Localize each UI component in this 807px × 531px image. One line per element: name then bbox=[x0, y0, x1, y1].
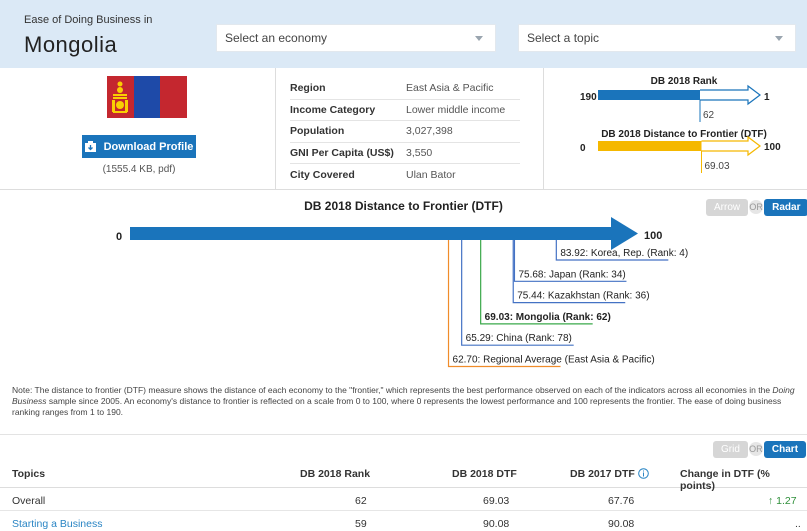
info-key: Population bbox=[290, 125, 345, 138]
dtf-min-label: 0 bbox=[116, 231, 122, 243]
mini-indicators: DB 2018 Rank 190 1 62 DB 2018 Distance t… bbox=[580, 76, 781, 173]
info-row-population: Population 3,027,398 bbox=[290, 121, 520, 143]
dtf-bar-fill bbox=[598, 141, 702, 151]
info-value: Lower middle income bbox=[406, 103, 506, 116]
dtf2017-value: 90.08 bbox=[608, 518, 635, 530]
info-value: Ulan Bator bbox=[406, 168, 456, 181]
economy-info-table: Region East Asia & Pacific Income Catego… bbox=[290, 78, 520, 186]
dtf-value: 69.03 bbox=[705, 161, 730, 172]
info-value: 3,027,398 bbox=[406, 125, 453, 138]
dtf-max-label: 100 bbox=[644, 230, 662, 242]
info-icon[interactable] bbox=[637, 468, 649, 479]
dtf-marker-label: 75.44: Kazakhstan (Rank: 36) bbox=[517, 291, 649, 302]
download-profile-label: Download Profile bbox=[103, 140, 194, 153]
topic-select[interactable]: Select a topic bbox=[518, 24, 796, 52]
rank-right-label: 1 bbox=[764, 92, 770, 103]
chevron-down-icon bbox=[475, 36, 483, 41]
divider bbox=[543, 68, 544, 190]
arrow-up-icon: ↑ bbox=[768, 495, 774, 507]
info-row-income: Income Category Lower middle income bbox=[290, 100, 520, 121]
header-rank: DB 2018 Rank bbox=[300, 468, 371, 480]
dtf-chart-title: DB 2018 Distance to Frontier (DTF) bbox=[304, 199, 503, 213]
rank-bar-fill bbox=[598, 90, 700, 100]
topic-name: Overall bbox=[12, 495, 46, 507]
rank-value: 62 bbox=[703, 110, 715, 121]
dtf-marker-label: 83.92: Korea, Rep. (Rank: 4) bbox=[560, 248, 688, 259]
change-value: ↑ 1.27 bbox=[768, 495, 797, 507]
header-dtf: DB 2018 DTF bbox=[452, 468, 517, 480]
table-row: Overall 62 69.03 67.76 ↑ 1.27 bbox=[0, 489, 807, 511]
rank-arrow-outline bbox=[700, 84, 761, 106]
download-profile-button[interactable]: Download Profile bbox=[82, 135, 196, 158]
info-key: Income Category bbox=[290, 103, 376, 116]
rank-value: 59 bbox=[355, 518, 367, 530]
dtf-value: 90.08 bbox=[483, 518, 510, 530]
dtf2017-value: 67.76 bbox=[608, 495, 635, 507]
rank-value: 62 bbox=[355, 495, 367, 507]
dtf-mini-title: DB 2018 Distance to Frontier (DTF) bbox=[601, 129, 767, 140]
chevron-down-icon bbox=[775, 36, 783, 41]
divider bbox=[275, 68, 276, 190]
topics-table-header: Topics DB 2018 Rank DB 2018 DTF DB 2017 … bbox=[0, 462, 807, 492]
table-view-toggle[interactable]: Grid OR Chart bbox=[713, 440, 807, 458]
country-title: Mongolia bbox=[24, 32, 118, 57]
header-dtf2017: DB 2017 DTF bbox=[570, 468, 649, 480]
dtf-value: 69.03 bbox=[483, 495, 510, 507]
divider bbox=[0, 434, 807, 435]
dtf-arrow-chart: 0 100 83.92: Korea, Rep. (Rank: 4) 75.68:… bbox=[116, 217, 688, 368]
note-text: Note: The distance to frontier (DTF) mea… bbox=[12, 385, 773, 395]
dtf-note: Note: The distance to frontier (DTF) mea… bbox=[12, 385, 802, 418]
dtf-arrow-head bbox=[611, 217, 638, 250]
topic-link-starting-a-business[interactable]: Starting a Business bbox=[12, 518, 102, 530]
soyombo-icon bbox=[112, 81, 128, 113]
info-key: GNI Per Capita (US$) bbox=[290, 146, 394, 159]
dtf-marker-label: 69.03: Mongolia (Rank: 62) bbox=[485, 312, 611, 323]
info-row-region: Region East Asia & Pacific bbox=[290, 78, 520, 100]
header-topics: Topics bbox=[12, 468, 46, 480]
economy-select[interactable]: Select an economy bbox=[216, 24, 496, 52]
info-row-city: City Covered Ulan Bator bbox=[290, 164, 520, 186]
toggle-or: OR bbox=[748, 442, 763, 456]
rank-title: DB 2018 Rank bbox=[651, 76, 718, 87]
note-text-2: sample since 2005. An economy's distance… bbox=[12, 396, 782, 417]
rank-left-label: 190 bbox=[580, 92, 597, 103]
dtf-marker-label: 62.70: Regional Average (East Asia & Pac… bbox=[453, 355, 655, 366]
topic-select-value: Select a topic bbox=[527, 31, 600, 45]
header-label: Ease of Doing Business in bbox=[24, 14, 153, 26]
download-icon bbox=[84, 141, 96, 152]
chart-view-button[interactable]: Chart bbox=[763, 440, 807, 458]
info-row-gni: GNI Per Capita (US$) 3,550 bbox=[290, 143, 520, 164]
file-size: (1555.4 KB, pdf) bbox=[102, 164, 176, 175]
table-row: Starting a Business 59 90.08 90.08 .. bbox=[0, 512, 807, 531]
grid-view-button[interactable]: Grid bbox=[713, 440, 748, 458]
dtf-main-bar bbox=[130, 227, 613, 240]
info-key: Region bbox=[290, 82, 326, 95]
info-key: City Covered bbox=[290, 168, 355, 181]
dtf-marker-label: 75.68: Japan (Rank: 34) bbox=[518, 269, 625, 280]
dtf-marker-line bbox=[447, 240, 561, 368]
header-dtf2017-label: DB 2017 DTF bbox=[570, 468, 635, 480]
economy-select-value: Select an economy bbox=[225, 31, 328, 45]
change-number: 1.27 bbox=[776, 495, 797, 507]
info-value: East Asia & Pacific bbox=[406, 82, 494, 95]
info-value: 3,550 bbox=[406, 146, 433, 159]
change-value: .. bbox=[795, 518, 801, 530]
dtf-left-label: 0 bbox=[580, 143, 586, 154]
dtf-marker-label: 65.29: China (Rank: 78) bbox=[466, 333, 572, 344]
country-flag bbox=[107, 76, 188, 118]
page-header: Ease of Doing Business in Mongolia Selec… bbox=[0, 0, 807, 68]
dtf-right-label: 100 bbox=[764, 142, 781, 153]
